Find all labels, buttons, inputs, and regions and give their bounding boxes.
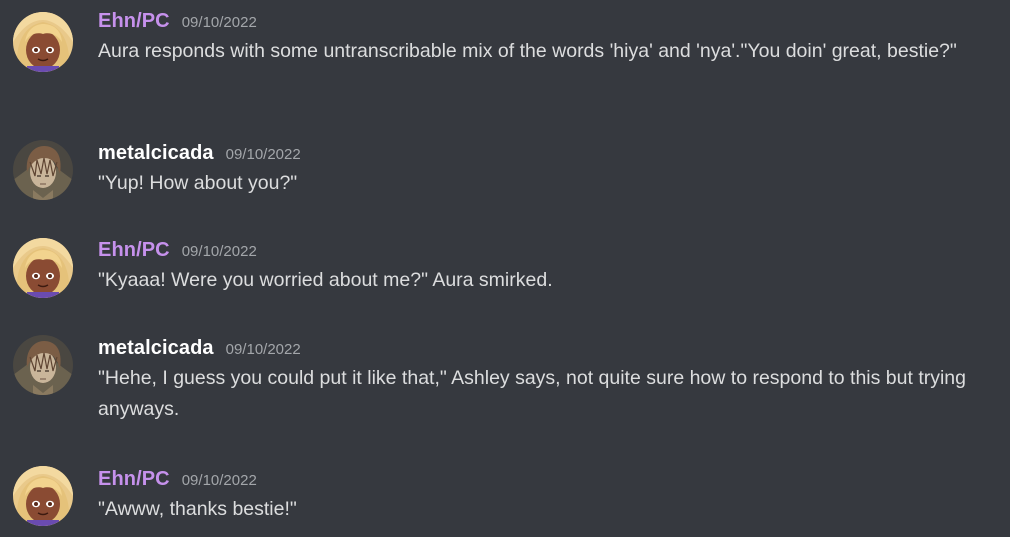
- author-username[interactable]: metalcicada: [98, 142, 214, 164]
- message-text: "Awww, thanks bestie!": [98, 498, 297, 520]
- avatar-metalcicada[interactable]: [13, 335, 73, 395]
- blonde-anime-girl-avatar-icon: [13, 466, 73, 526]
- message-header: metalcicada 09/10/2022: [98, 140, 970, 166]
- chat-message-list: Ehn/PC 09/10/2022 Aura responds with some…: [0, 0, 1010, 537]
- avatar-metalcicada[interactable]: [13, 140, 73, 200]
- message-timestamp: 09/10/2022: [225, 341, 301, 358]
- message-header: Ehn/PC 09/10/2022: [98, 237, 970, 263]
- author-username[interactable]: Ehn/PC: [98, 239, 170, 261]
- message-timestamp: 09/10/2022: [181, 14, 257, 31]
- message-header: metalcicada 09/10/2022: [98, 335, 970, 361]
- author-username[interactable]: metalcicada: [98, 337, 214, 359]
- avatar-ehn[interactable]: [13, 238, 73, 298]
- message-text: "Kyaaa! Were you worried about me?" Aura…: [98, 269, 553, 291]
- blonde-anime-girl-avatar-icon: [13, 238, 73, 298]
- brown-haired-anime-boy-avatar-icon: [13, 335, 73, 395]
- message-text: Aura responds with some untranscribable …: [98, 40, 957, 62]
- message-header: Ehn/PC 09/10/2022: [98, 8, 970, 34]
- message-text: "Yup! How about you?": [98, 172, 298, 194]
- avatar-ehn[interactable]: [13, 466, 73, 526]
- message-timestamp: 09/10/2022: [181, 472, 257, 489]
- brown-haired-anime-boy-avatar-icon: [13, 140, 73, 200]
- message-timestamp: 09/10/2022: [181, 243, 257, 260]
- avatar-ehn[interactable]: [13, 12, 73, 72]
- message-header: Ehn/PC 09/10/2022: [98, 466, 970, 492]
- message-text: "Hehe, I guess you could put it like tha…: [98, 367, 966, 420]
- author-username[interactable]: Ehn/PC: [98, 468, 170, 490]
- message-timestamp: 09/10/2022: [225, 146, 301, 163]
- author-username[interactable]: Ehn/PC: [98, 10, 170, 32]
- blonde-anime-girl-avatar-icon: [13, 12, 73, 72]
